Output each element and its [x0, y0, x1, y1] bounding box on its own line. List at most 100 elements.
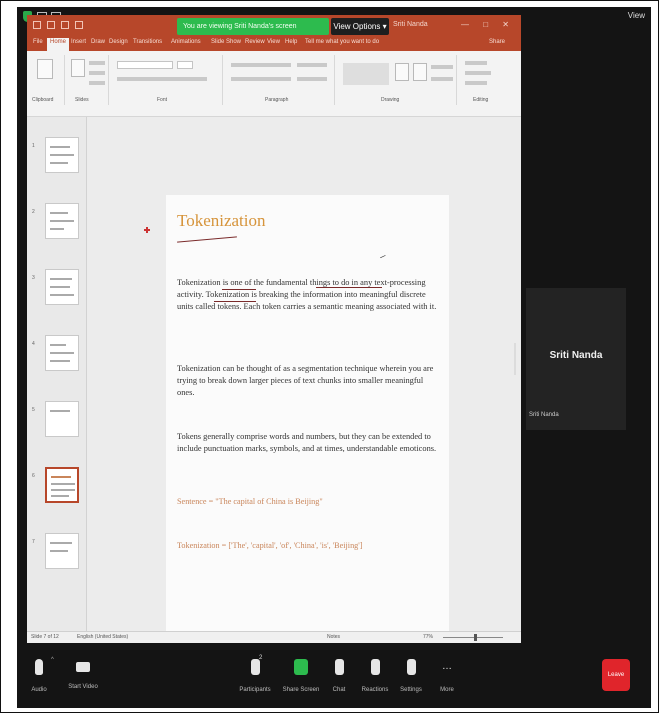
slide-thumbnail[interactable] — [45, 203, 79, 239]
ribbon-tabs: File Home Insert Draw Design Transitions… — [27, 37, 521, 51]
undo-icon[interactable] — [61, 21, 69, 29]
paragraph-group-label: Paragraph — [265, 97, 289, 103]
audio-label: Audio — [31, 687, 47, 693]
slide-paragraph[interactable]: Tokenization can be thought of as a segm… — [177, 363, 439, 399]
slide-thumbnail[interactable] — [45, 335, 79, 371]
slide-thumbnail[interactable] — [45, 401, 79, 437]
share-screen-icon — [294, 659, 308, 675]
slide-thumbnail-selected[interactable] — [45, 467, 79, 503]
share-button[interactable]: Share — [489, 39, 505, 45]
clipboard-group-label: Clipboard — [32, 97, 54, 103]
status-bar: Slide 7 of 12 English (United States) No… — [27, 631, 521, 643]
ink-annotation — [214, 301, 256, 302]
select-button[interactable] — [465, 81, 487, 85]
view-options-button[interactable]: View Options ▾ — [331, 18, 389, 35]
presenter-name: Sriti Nanda — [393, 21, 428, 28]
slide-example[interactable]: Sentence = "The capital of China is Beij… — [177, 497, 323, 506]
more-button[interactable]: … More — [425, 655, 469, 703]
slide-thumbnail[interactable] — [45, 269, 79, 305]
tab-design[interactable]: Design — [109, 39, 128, 45]
view-button[interactable]: View — [628, 11, 645, 20]
slide-paragraph[interactable]: Tokenization is one of the fundamental t… — [177, 277, 439, 313]
autosave-icon[interactable] — [33, 21, 41, 29]
arrange-icon[interactable] — [395, 63, 409, 81]
powerpoint-title-bar: You are viewing Sriti Nanda's screen Vie… — [27, 15, 521, 37]
notes-button[interactable]: Notes — [327, 634, 340, 640]
save-icon[interactable] — [47, 21, 55, 29]
tab-transitions[interactable]: Transitions — [133, 39, 162, 45]
leave-button[interactable]: Leave — [602, 659, 630, 691]
align-buttons[interactable] — [231, 77, 291, 81]
tab-help[interactable]: Help — [285, 39, 297, 45]
meeting-toolbar: Audio ^ Start Video 2 Participants Share… — [17, 649, 651, 708]
redo-icon[interactable] — [75, 21, 83, 29]
slide-paragraph[interactable]: Tokens generally comprise words and numb… — [177, 431, 439, 455]
tab-view[interactable]: View — [267, 39, 280, 45]
font-name-select[interactable] — [117, 61, 173, 69]
tab-home[interactable]: Home — [47, 38, 70, 51]
slide-number: 7 — [32, 539, 35, 545]
font-format-buttons[interactable] — [117, 77, 207, 81]
audio-options-caret[interactable]: ^ — [51, 657, 54, 663]
editing-group-label: Editing — [473, 97, 489, 103]
window-controls: — □ ✕ — [461, 20, 515, 29]
ink-annotation — [222, 289, 256, 290]
mouse-cursor-icon: ⸝ — [378, 246, 390, 262]
participants-label: Participants — [239, 687, 271, 693]
new-slide-icon[interactable] — [71, 59, 85, 77]
tab-draw[interactable]: Draw — [91, 39, 105, 45]
slide-canvas[interactable]: Tokenization ⸝ Tokenization is one of th… — [166, 195, 449, 643]
paragraph-group: Paragraph — [225, 55, 335, 105]
participant-video-tile[interactable]: Sriti Nanda Sriti Nanda — [526, 288, 626, 430]
audio-button[interactable]: Audio — [17, 655, 61, 703]
font-group: Font — [111, 55, 223, 105]
slide-number: 2 — [32, 209, 35, 215]
tab-insert[interactable]: Insert — [71, 39, 86, 45]
find-button[interactable] — [465, 61, 487, 65]
slide-thumbnail[interactable] — [45, 137, 79, 173]
drawing-group-label: Drawing — [381, 97, 400, 103]
font-group-label: Font — [157, 97, 168, 103]
tab-animations[interactable]: Animations — [171, 39, 201, 45]
participants-count: 2 — [259, 655, 263, 661]
quick-styles-icon[interactable] — [413, 63, 427, 81]
more-icon: … — [442, 661, 452, 672]
slide-number: 6 — [32, 473, 35, 479]
participants-button[interactable]: 2 Participants — [233, 655, 277, 703]
ink-annotation — [177, 236, 237, 243]
screenshot-frame: View You are viewing Sriti Nanda's scree… — [0, 0, 659, 713]
drawing-group: Drawing — [337, 55, 457, 105]
ink-annotation — [316, 287, 382, 288]
tab-file[interactable]: File — [33, 39, 43, 45]
slide-thumbnail[interactable] — [45, 533, 79, 569]
slides-group-label: Slides — [75, 97, 89, 103]
more-label: More — [440, 687, 454, 693]
panel-resize-handle[interactable] — [514, 343, 516, 375]
view-options-label: View Options — [333, 22, 381, 31]
slide-example[interactable]: Tokenization = ['The', 'capital', 'of', … — [177, 541, 362, 550]
shapes-gallery[interactable] — [343, 63, 389, 85]
tab-review[interactable]: Review — [245, 39, 265, 45]
gear-icon — [406, 659, 416, 675]
zoom-level[interactable]: 77% — [423, 634, 433, 640]
list-buttons[interactable] — [231, 63, 291, 67]
replace-button[interactable] — [465, 71, 491, 75]
font-size-select[interactable] — [177, 61, 193, 69]
laser-pointer-mark — [144, 227, 150, 233]
ribbon: Clipboard Slides Font Paragraph Drawing … — [27, 51, 521, 117]
tell-me-search[interactable]: Tell me what you want to do — [305, 39, 379, 45]
video-camera-icon — [76, 662, 90, 672]
slide-title[interactable]: Tokenization — [177, 211, 266, 231]
zoom-slider[interactable] — [443, 637, 503, 638]
start-video-button[interactable]: Start Video — [61, 655, 105, 703]
paste-icon[interactable] — [37, 59, 53, 79]
editing-group: Editing — [459, 55, 517, 105]
participants-icon — [250, 659, 260, 675]
clipboard-group: Clipboard — [29, 55, 65, 105]
zoom-slider-thumb[interactable] — [474, 634, 477, 641]
tab-slide-show[interactable]: Slide Show — [211, 39, 241, 45]
language-status[interactable]: English (United States) — [77, 634, 128, 640]
shared-screen-powerpoint: You are viewing Sriti Nanda's screen Vie… — [27, 15, 521, 643]
slides-group: Slides — [67, 55, 109, 105]
slide-number: 5 — [32, 407, 35, 413]
